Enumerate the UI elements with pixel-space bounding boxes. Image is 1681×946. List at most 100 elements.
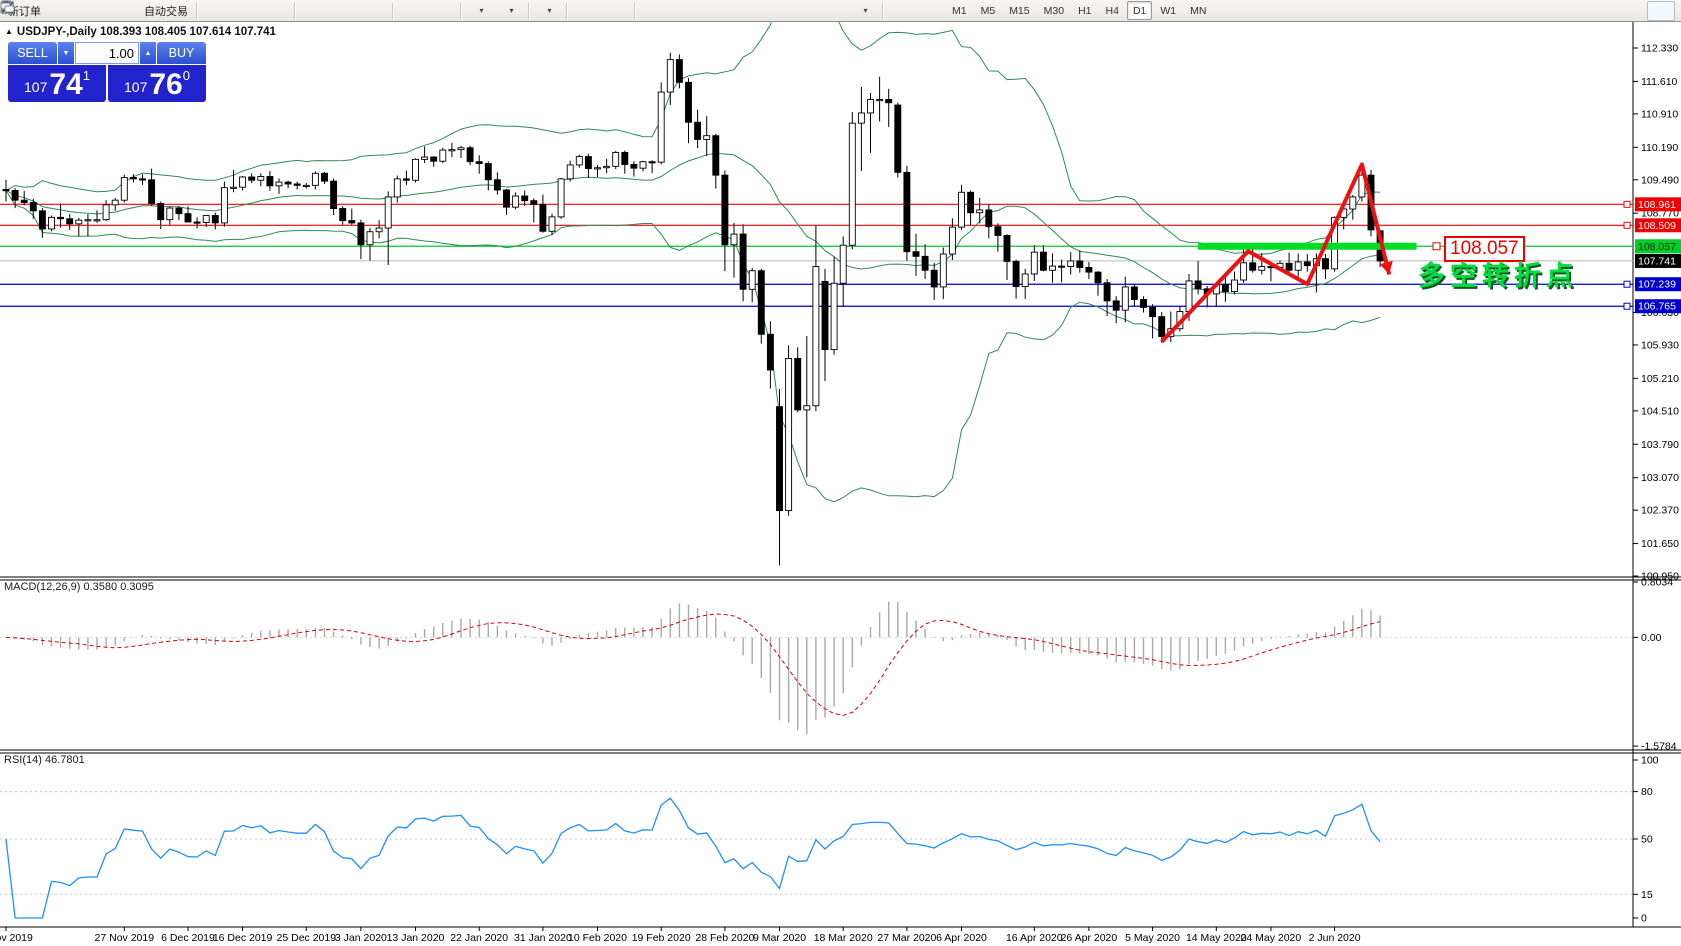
candle <box>731 234 737 245</box>
candle <box>1122 287 1128 310</box>
candle <box>622 152 628 164</box>
buy-button[interactable]: BUY <box>157 42 206 64</box>
fibonacci-button[interactable]: F <box>760 1 788 21</box>
candle <box>1077 261 1083 267</box>
candle <box>240 177 246 187</box>
candle <box>931 270 937 287</box>
candle <box>1250 263 1256 270</box>
cn-annotation-text[interactable]: 多空转折点 <box>1418 254 1578 293</box>
candle <box>21 200 27 202</box>
search-button[interactable] <box>1617 1 1645 21</box>
trendline-button[interactable] <box>700 1 728 21</box>
toolbar-separator <box>392 3 394 19</box>
candle <box>895 105 901 172</box>
dropdown-caret-icon[interactable]: ▾ <box>547 6 551 15</box>
sell-button[interactable]: SELL <box>8 42 57 64</box>
drawn-annotations[interactable] <box>1162 164 1440 341</box>
svg-text:100: 100 <box>1641 755 1659 767</box>
svg-text:104.510: 104.510 <box>1641 405 1679 417</box>
hline-handle[interactable] <box>1624 222 1630 228</box>
text-label-button[interactable]: T <box>820 1 848 21</box>
crosshair-button[interactable] <box>602 1 630 21</box>
toolbar-separator <box>196 3 198 19</box>
date-label: 25 Dec 2019 <box>277 932 337 944</box>
candle <box>1050 266 1056 270</box>
dropdown-caret-icon[interactable]: ▾ <box>509 6 513 15</box>
timeframe-m1-button[interactable]: M1 <box>946 1 973 20</box>
volume-decrease-button[interactable]: ▼ <box>58 42 74 64</box>
candle <box>704 136 710 140</box>
volume-increase-button[interactable]: ▲ <box>140 42 156 64</box>
candle <box>158 203 164 219</box>
candle <box>394 179 400 197</box>
zoom-in-button[interactable] <box>300 1 328 21</box>
svg-text:108.961: 108.961 <box>1638 199 1676 211</box>
candle <box>1059 266 1065 267</box>
equidistant-channel-button[interactable]: E <box>730 1 758 21</box>
candle <box>640 162 646 168</box>
callout-anchor-handle[interactable] <box>1433 243 1440 250</box>
candle <box>485 164 491 180</box>
arrows-button[interactable]: ▾ <box>850 1 878 21</box>
text-button[interactable]: A <box>790 1 818 21</box>
candle <box>1259 267 1265 271</box>
timeframe-w1-button[interactable]: W1 <box>1154 1 1182 20</box>
timeframe-h1-button[interactable]: H1 <box>1072 1 1097 20</box>
candle <box>558 179 564 217</box>
dropdown-caret-icon[interactable]: ▾ <box>863 6 867 15</box>
candle <box>549 217 555 231</box>
candle <box>349 221 355 223</box>
horizontal-line-button[interactable] <box>670 1 698 21</box>
profiles-button[interactable]: ▾ <box>496 1 524 21</box>
date-label: 26 Apr 2020 <box>1061 932 1118 944</box>
chart-candles-button[interactable] <box>232 1 260 21</box>
indicators-list-button[interactable]: ▾ <box>534 1 562 21</box>
timeframe-mn-button[interactable]: MN <box>1184 1 1212 20</box>
candle <box>249 177 255 180</box>
timeframe-m30-button[interactable]: M30 <box>1038 1 1070 20</box>
timeframe-m15-button[interactable]: M15 <box>1003 1 1035 20</box>
hline-handle[interactable] <box>1624 281 1630 287</box>
tile-windows-button[interactable] <box>360 1 388 21</box>
date-label: 2 Jun 2020 <box>1309 932 1361 944</box>
candle <box>804 406 810 410</box>
candle <box>567 165 573 179</box>
terminal-button[interactable] <box>77 1 105 21</box>
new-chart-button[interactable]: ▾ <box>466 1 494 21</box>
symbol-name: USDJPY-,Daily <box>17 26 97 38</box>
timeframe-h4-button[interactable]: H4 <box>1100 1 1125 20</box>
vertical-line-button[interactable] <box>640 1 668 21</box>
ask-price-panel[interactable]: 107760 <box>108 65 206 102</box>
bb-lower <box>6 190 1380 501</box>
bid-figure: 107 <box>24 74 47 100</box>
macd-indicator-label: MACD(12,26,9) 0.3580 0.3095 <box>4 581 154 593</box>
dropdown-caret-icon[interactable]: ▾ <box>479 6 483 15</box>
hline-handle[interactable] <box>1624 201 1630 207</box>
auto-scroll-button[interactable] <box>398 1 426 21</box>
candle <box>995 227 1001 236</box>
chat-button[interactable] <box>1647 1 1675 21</box>
bid-price-panel[interactable]: 107741 <box>8 65 106 102</box>
signals-button[interactable] <box>107 1 135 21</box>
zoom-out-button[interactable] <box>330 1 358 21</box>
candle <box>458 148 464 150</box>
trend-zigzag-arrow[interactable] <box>1162 164 1390 341</box>
one-click-trading-widget: SELL ▼ 1.00 ▲ BUY 107741 107760 <box>8 42 206 102</box>
cursor-button[interactable] <box>572 1 600 21</box>
chart-canvas: 112.330111.610110.910110.190109.490108.7… <box>0 0 1681 946</box>
chart-shift-button[interactable] <box>428 1 456 21</box>
market-watch-gold-button[interactable] <box>47 1 75 21</box>
candle <box>494 180 500 190</box>
svg-text:105.210: 105.210 <box>1641 373 1679 385</box>
svg-text:103.070: 103.070 <box>1641 472 1679 484</box>
collapse-triangle-icon[interactable]: ▲ <box>5 27 13 36</box>
timeframe-d1-button[interactable]: D1 <box>1127 1 1152 20</box>
chart-bars-button[interactable] <box>202 1 230 21</box>
candle <box>3 190 9 191</box>
timeframe-m5-button[interactable]: M5 <box>975 1 1002 20</box>
top-toolbar: 新订单自动交易▾▾▾EFAT▾M1M5M15M30H1H4D1W1MN <box>0 0 1681 22</box>
auto-trading-button[interactable]: 自动交易 <box>137 1 192 21</box>
toolbar-separator <box>566 3 568 19</box>
chart-line-button[interactable] <box>262 1 290 21</box>
hline-handle[interactable] <box>1624 303 1630 309</box>
